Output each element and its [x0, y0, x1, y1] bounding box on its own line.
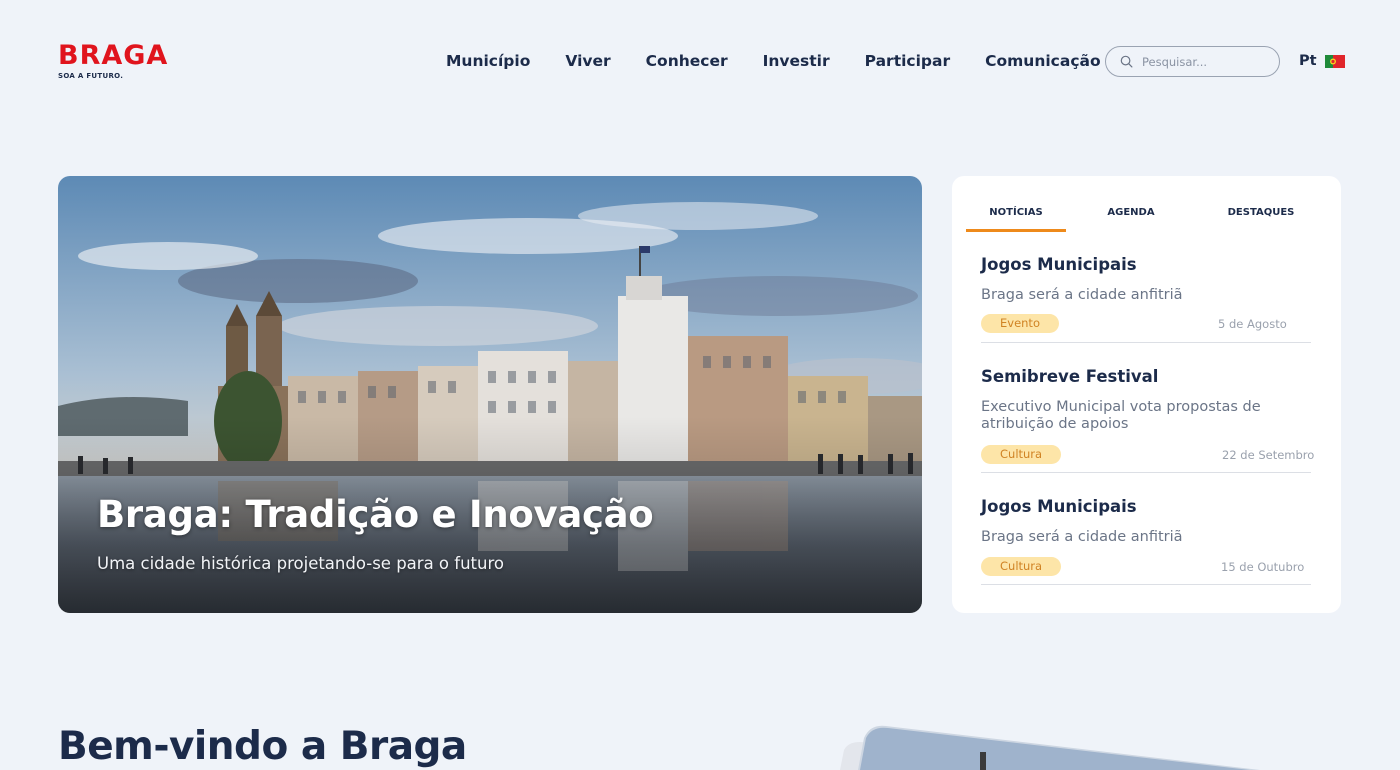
- news-item[interactable]: Semibreve Festival Executivo Municipal v…: [981, 367, 1315, 482]
- hero-title: Braga: Tradição e Inovação: [97, 493, 654, 536]
- news-divider: [981, 584, 1311, 585]
- logo-tagline: SOA A FUTURO.: [58, 72, 124, 80]
- news-item-title: Jogos Municipais: [981, 255, 1137, 274]
- news-divider: [981, 472, 1311, 473]
- hero-banner[interactable]: Braga: Tradição e Inovação Uma cidade hi…: [58, 176, 922, 613]
- news-item-title: Jogos Municipais: [981, 497, 1137, 516]
- main-nav: Município Viver Conhecer Investir Partic…: [446, 50, 1101, 72]
- news-item-date: 5 de Agosto: [1218, 317, 1287, 331]
- tab-agenda[interactable]: AGENDA: [1080, 206, 1182, 232]
- news-divider: [981, 342, 1311, 343]
- category-badge: Cultura: [981, 557, 1062, 576]
- welcome-image-card: [830, 720, 1290, 770]
- tab-destaques[interactable]: DESTAQUES: [1210, 206, 1312, 232]
- nav-item-municipio[interactable]: Município: [446, 50, 530, 72]
- nav-item-comunicacao[interactable]: Comunicação: [985, 50, 1101, 72]
- logo-wordmark: BRAGA: [58, 40, 169, 71]
- news-panel: NOTÍCIAS AGENDA DESTAQUES Jogos Municipa…: [952, 176, 1341, 613]
- hero-city-image: [58, 176, 922, 613]
- news-item-description: Braga será a cidade anfitriã: [981, 287, 1183, 303]
- hero-subtitle: Uma cidade histórica projetando-se para …: [97, 554, 504, 573]
- news-item-title: Semibreve Festival: [981, 367, 1159, 386]
- nav-item-viver[interactable]: Viver: [565, 50, 610, 72]
- nav-item-conhecer[interactable]: Conhecer: [646, 50, 728, 72]
- welcome-heading: Bem-vindo a Braga: [58, 724, 467, 769]
- portugal-flag-icon: [1324, 54, 1345, 68]
- search-icon: [1120, 55, 1133, 68]
- language-selector[interactable]: Pt: [1299, 52, 1345, 70]
- language-label: Pt: [1299, 53, 1317, 69]
- news-item[interactable]: Jogos Municipais Braga será a cidade anf…: [981, 255, 1311, 370]
- nav-item-investir[interactable]: Investir: [763, 50, 830, 72]
- news-tabs: NOTÍCIAS AGENDA DESTAQUES: [966, 206, 1328, 232]
- news-item-date: 22 de Setembro: [1222, 448, 1315, 462]
- category-badge: Evento: [981, 314, 1059, 333]
- category-badge: Cultura: [981, 445, 1062, 464]
- tab-noticias[interactable]: NOTÍCIAS: [966, 206, 1066, 232]
- nav-item-participar[interactable]: Participar: [865, 50, 950, 72]
- search-input[interactable]: [1142, 54, 1272, 69]
- braga-logo[interactable]: BRAGA SOA A FUTURO.: [58, 42, 178, 84]
- news-item-description: Executivo Municipal vota propostas de at…: [981, 399, 1261, 432]
- search-box[interactable]: [1105, 46, 1280, 77]
- news-item-date: 15 de Outubro: [1221, 560, 1305, 574]
- news-item[interactable]: Jogos Municipais Braga será a cidade anf…: [981, 497, 1311, 612]
- news-item-description: Braga será a cidade anfitriã: [981, 529, 1183, 545]
